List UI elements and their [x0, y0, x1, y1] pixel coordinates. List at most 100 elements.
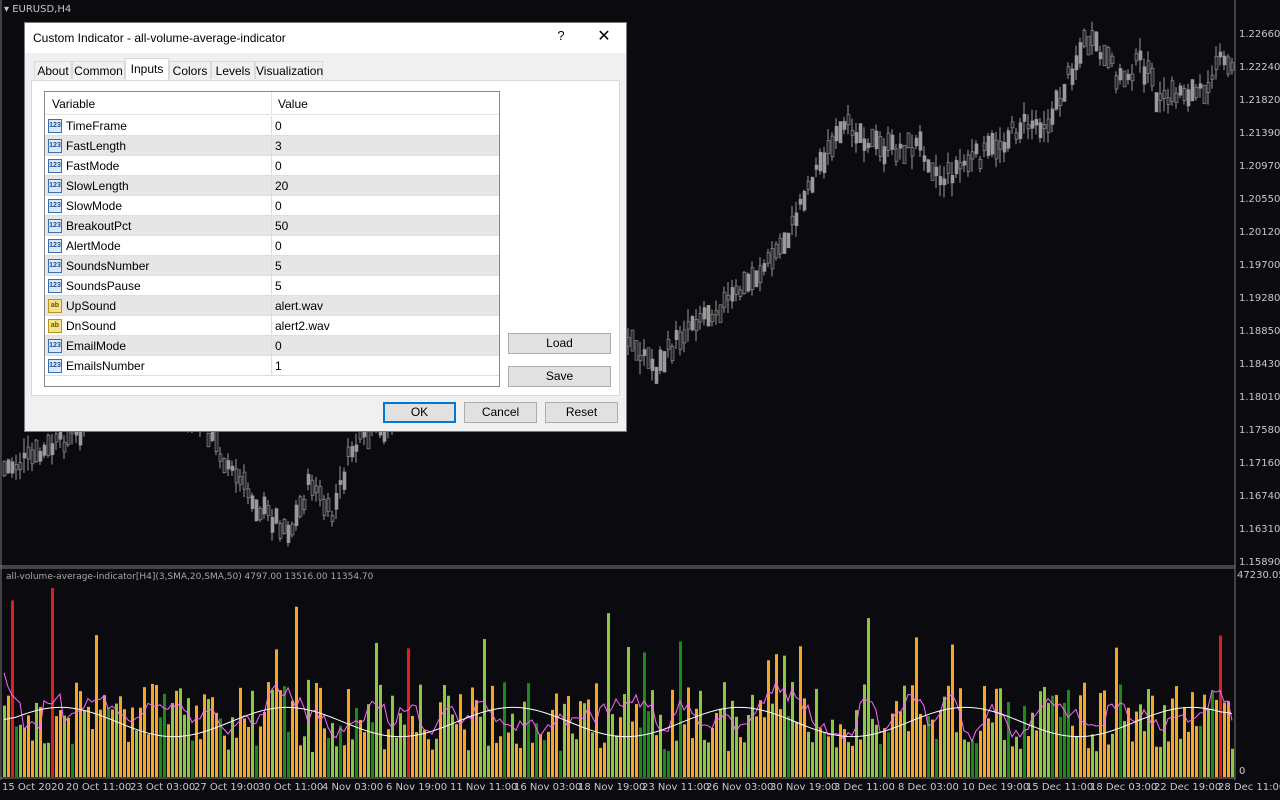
candle-body: [798, 198, 803, 205]
close-icon[interactable]: ✕: [592, 26, 616, 48]
candle-body: [738, 289, 743, 297]
header-variable[interactable]: Variable: [52, 97, 95, 111]
grid-row[interactable]: 123 SoundsNumber 5: [45, 256, 499, 276]
save-button[interactable]: Save: [508, 366, 611, 387]
variable-value[interactable]: alert.wav: [275, 299, 323, 313]
volume-bar: [1203, 694, 1206, 777]
variable-value[interactable]: 0: [275, 339, 282, 353]
candle-body: [18, 462, 23, 470]
volume-bar: [1087, 748, 1090, 777]
candle-body: [922, 155, 927, 162]
load-button[interactable]: Load: [508, 333, 611, 354]
volume-bar: [371, 722, 374, 777]
grid-row[interactable]: ab DnSound alert2.wav: [45, 316, 499, 336]
header-separator[interactable]: [271, 92, 272, 114]
tab-visualization[interactable]: Visualization: [255, 61, 323, 79]
volume-bar: [1039, 691, 1042, 777]
grid-row[interactable]: 123 SlowLength 20: [45, 176, 499, 196]
volume-bar: [443, 685, 446, 777]
volume-bar: [703, 739, 706, 777]
volume-bar: [151, 683, 154, 777]
variable-value[interactable]: 1: [275, 359, 282, 373]
candle-body: [206, 433, 211, 447]
header-value[interactable]: Value: [278, 97, 308, 111]
variable-value[interactable]: 3: [275, 139, 282, 153]
volume-bar: [307, 679, 310, 777]
volume-bar: [431, 749, 434, 777]
volume-bar: [155, 684, 158, 777]
volume-bar: [491, 685, 494, 777]
volume-bar: [223, 735, 226, 777]
candle-body: [818, 151, 823, 172]
variable-value[interactable]: 0: [275, 159, 282, 173]
variable-name: SlowLength: [66, 179, 129, 193]
tab-about[interactable]: About: [34, 61, 72, 79]
string-type-icon: ab: [48, 319, 62, 333]
grid-row[interactable]: 123 SlowMode 0: [45, 196, 499, 216]
variable-value[interactable]: 0: [275, 199, 282, 213]
volume-bar: [59, 710, 62, 777]
variable-name: SoundsNumber: [66, 259, 150, 273]
variable-value[interactable]: 0: [275, 119, 282, 133]
candle-body: [50, 443, 55, 456]
volume-bar: [379, 684, 382, 777]
volume-bar: [575, 739, 578, 777]
grid-row[interactable]: 123 BreakoutPct 50: [45, 216, 499, 236]
grid-row[interactable]: 123 FastLength 3: [45, 136, 499, 156]
price-tick-label: 1.15890: [1239, 557, 1280, 568]
volume-bar: [239, 687, 242, 777]
grid-row[interactable]: 123 EmailMode 0: [45, 336, 499, 356]
volume-bar: [87, 706, 90, 777]
grid-row[interactable]: 123 SoundsPause 5: [45, 276, 499, 296]
collapse-arrow-icon[interactable]: ▾: [4, 4, 9, 15]
variable-value[interactable]: 50: [275, 219, 288, 233]
variable-value[interactable]: 0: [275, 239, 282, 253]
variable-value[interactable]: 5: [275, 279, 282, 293]
grid-row[interactable]: 123 AlertMode 0: [45, 236, 499, 256]
candle-body: [1162, 90, 1167, 99]
candle-body: [754, 270, 759, 288]
volume-bar: [455, 724, 458, 777]
variable-value[interactable]: 5: [275, 259, 282, 273]
candle-body: [706, 305, 711, 327]
dialog-titlebar[interactable]: Custom Indicator - all-volume-average-in…: [25, 23, 626, 53]
variable-value[interactable]: alert2.wav: [275, 319, 330, 333]
volume-bar: [599, 747, 602, 777]
volume-bar: [795, 721, 798, 777]
candle-body: [786, 232, 791, 249]
candle-body: [854, 132, 859, 144]
tab-common[interactable]: Common: [72, 61, 125, 79]
volume-bar: [375, 642, 378, 777]
volume-bar: [1167, 741, 1170, 777]
time-tick-label: 3 Dec 11:00: [834, 782, 895, 793]
candle-body: [314, 485, 319, 494]
inputs-grid[interactable]: Variable Value 123 TimeFrame 0 123 FastLengt…: [44, 91, 500, 387]
ok-button[interactable]: OK: [383, 402, 456, 423]
candle-body: [806, 180, 811, 190]
grid-row[interactable]: ab UpSound alert.wav: [45, 296, 499, 316]
number-type-icon: 123: [48, 119, 62, 133]
help-icon[interactable]: ?: [553, 28, 569, 46]
volume-bar: [67, 717, 70, 777]
grid-row[interactable]: 123 FastMode 0: [45, 156, 499, 176]
volume-bar: [251, 690, 254, 777]
cancel-button[interactable]: Cancel: [464, 402, 537, 423]
volume-bar: [299, 745, 302, 777]
variable-value[interactable]: 20: [275, 179, 288, 193]
volume-bar: [915, 637, 918, 777]
reset-button[interactable]: Reset: [545, 402, 618, 423]
candle-body: [302, 499, 307, 510]
candle-body: [942, 178, 947, 186]
tab-levels[interactable]: Levels: [211, 61, 255, 79]
volume-bar: [291, 700, 294, 777]
grid-row[interactable]: 123 EmailsNumber 1: [45, 356, 499, 376]
candle-body: [1090, 30, 1095, 46]
volume-bar: [3, 705, 6, 777]
volume-bar: [435, 738, 438, 777]
candle-body: [810, 177, 815, 193]
grid-row[interactable]: 123 TimeFrame 0: [45, 116, 499, 136]
tab-colors[interactable]: Colors: [169, 61, 211, 79]
tab-inputs[interactable]: Inputs: [125, 58, 169, 80]
volume-bar: [95, 635, 98, 777]
number-type-icon: 123: [48, 199, 62, 213]
